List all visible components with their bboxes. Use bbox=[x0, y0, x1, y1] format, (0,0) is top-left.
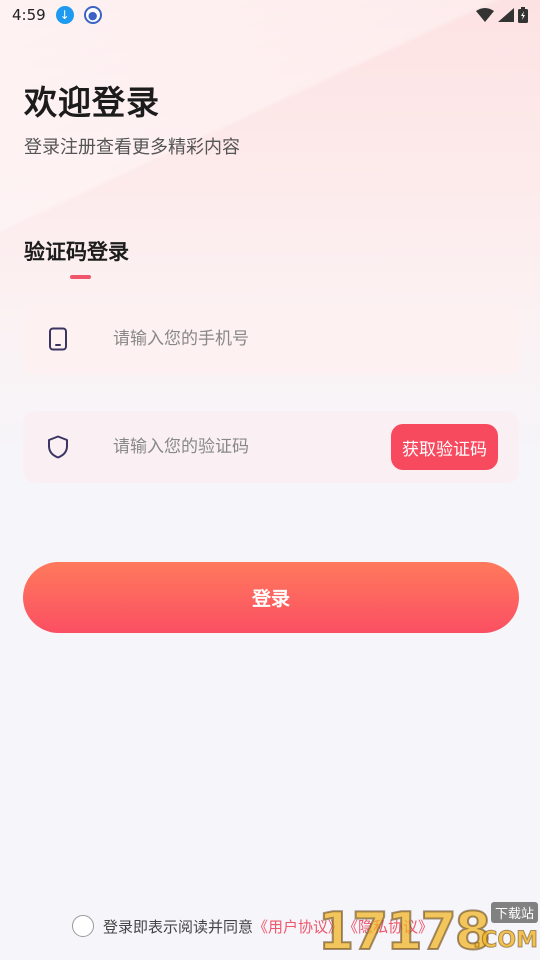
signal-icon bbox=[498, 8, 514, 22]
get-code-button[interactable]: 获取验证码 bbox=[391, 424, 498, 470]
code-input[interactable] bbox=[113, 437, 391, 457]
code-field[interactable]: 获取验证码 bbox=[23, 411, 519, 483]
login-button[interactable]: 登录 bbox=[23, 562, 519, 633]
phone-field[interactable] bbox=[23, 303, 519, 375]
privacy-policy-link[interactable]: 《隐私协议》 bbox=[343, 916, 433, 937]
watermark-suffix: .COM bbox=[472, 928, 538, 954]
user-agreement-link[interactable]: 《用户协议》 bbox=[253, 916, 343, 937]
battery-icon bbox=[518, 7, 528, 23]
page-subtitle: 登录注册查看更多精彩内容 bbox=[24, 137, 240, 158]
page-title: 欢迎登录 bbox=[24, 83, 160, 122]
tab-active-indicator bbox=[70, 275, 91, 279]
agreement-text: 登录即表示阅读并同意 bbox=[103, 917, 254, 936]
shield-icon bbox=[23, 435, 93, 459]
tab-code-login[interactable]: 验证码登录 bbox=[24, 236, 129, 266]
header-background bbox=[0, 0, 540, 460]
globe-icon: ● bbox=[83, 6, 102, 24]
download-icon: ↓ bbox=[55, 6, 74, 24]
header-diagonal-decoration bbox=[0, 0, 540, 320]
phone-icon bbox=[23, 327, 93, 351]
agreement-checkbox[interactable] bbox=[72, 915, 94, 937]
status-time: 4:59 bbox=[12, 6, 46, 24]
status-right-icons bbox=[476, 7, 528, 23]
watermark-tag: 下载站 bbox=[490, 902, 538, 923]
wifi-icon bbox=[476, 8, 494, 22]
status-bar: 4:59 ↓ ● bbox=[0, 0, 540, 30]
phone-input[interactable] bbox=[113, 329, 519, 349]
agreement-row: 登录即表示阅读并同意 《用户协议》 《隐私协议》 bbox=[72, 914, 433, 938]
